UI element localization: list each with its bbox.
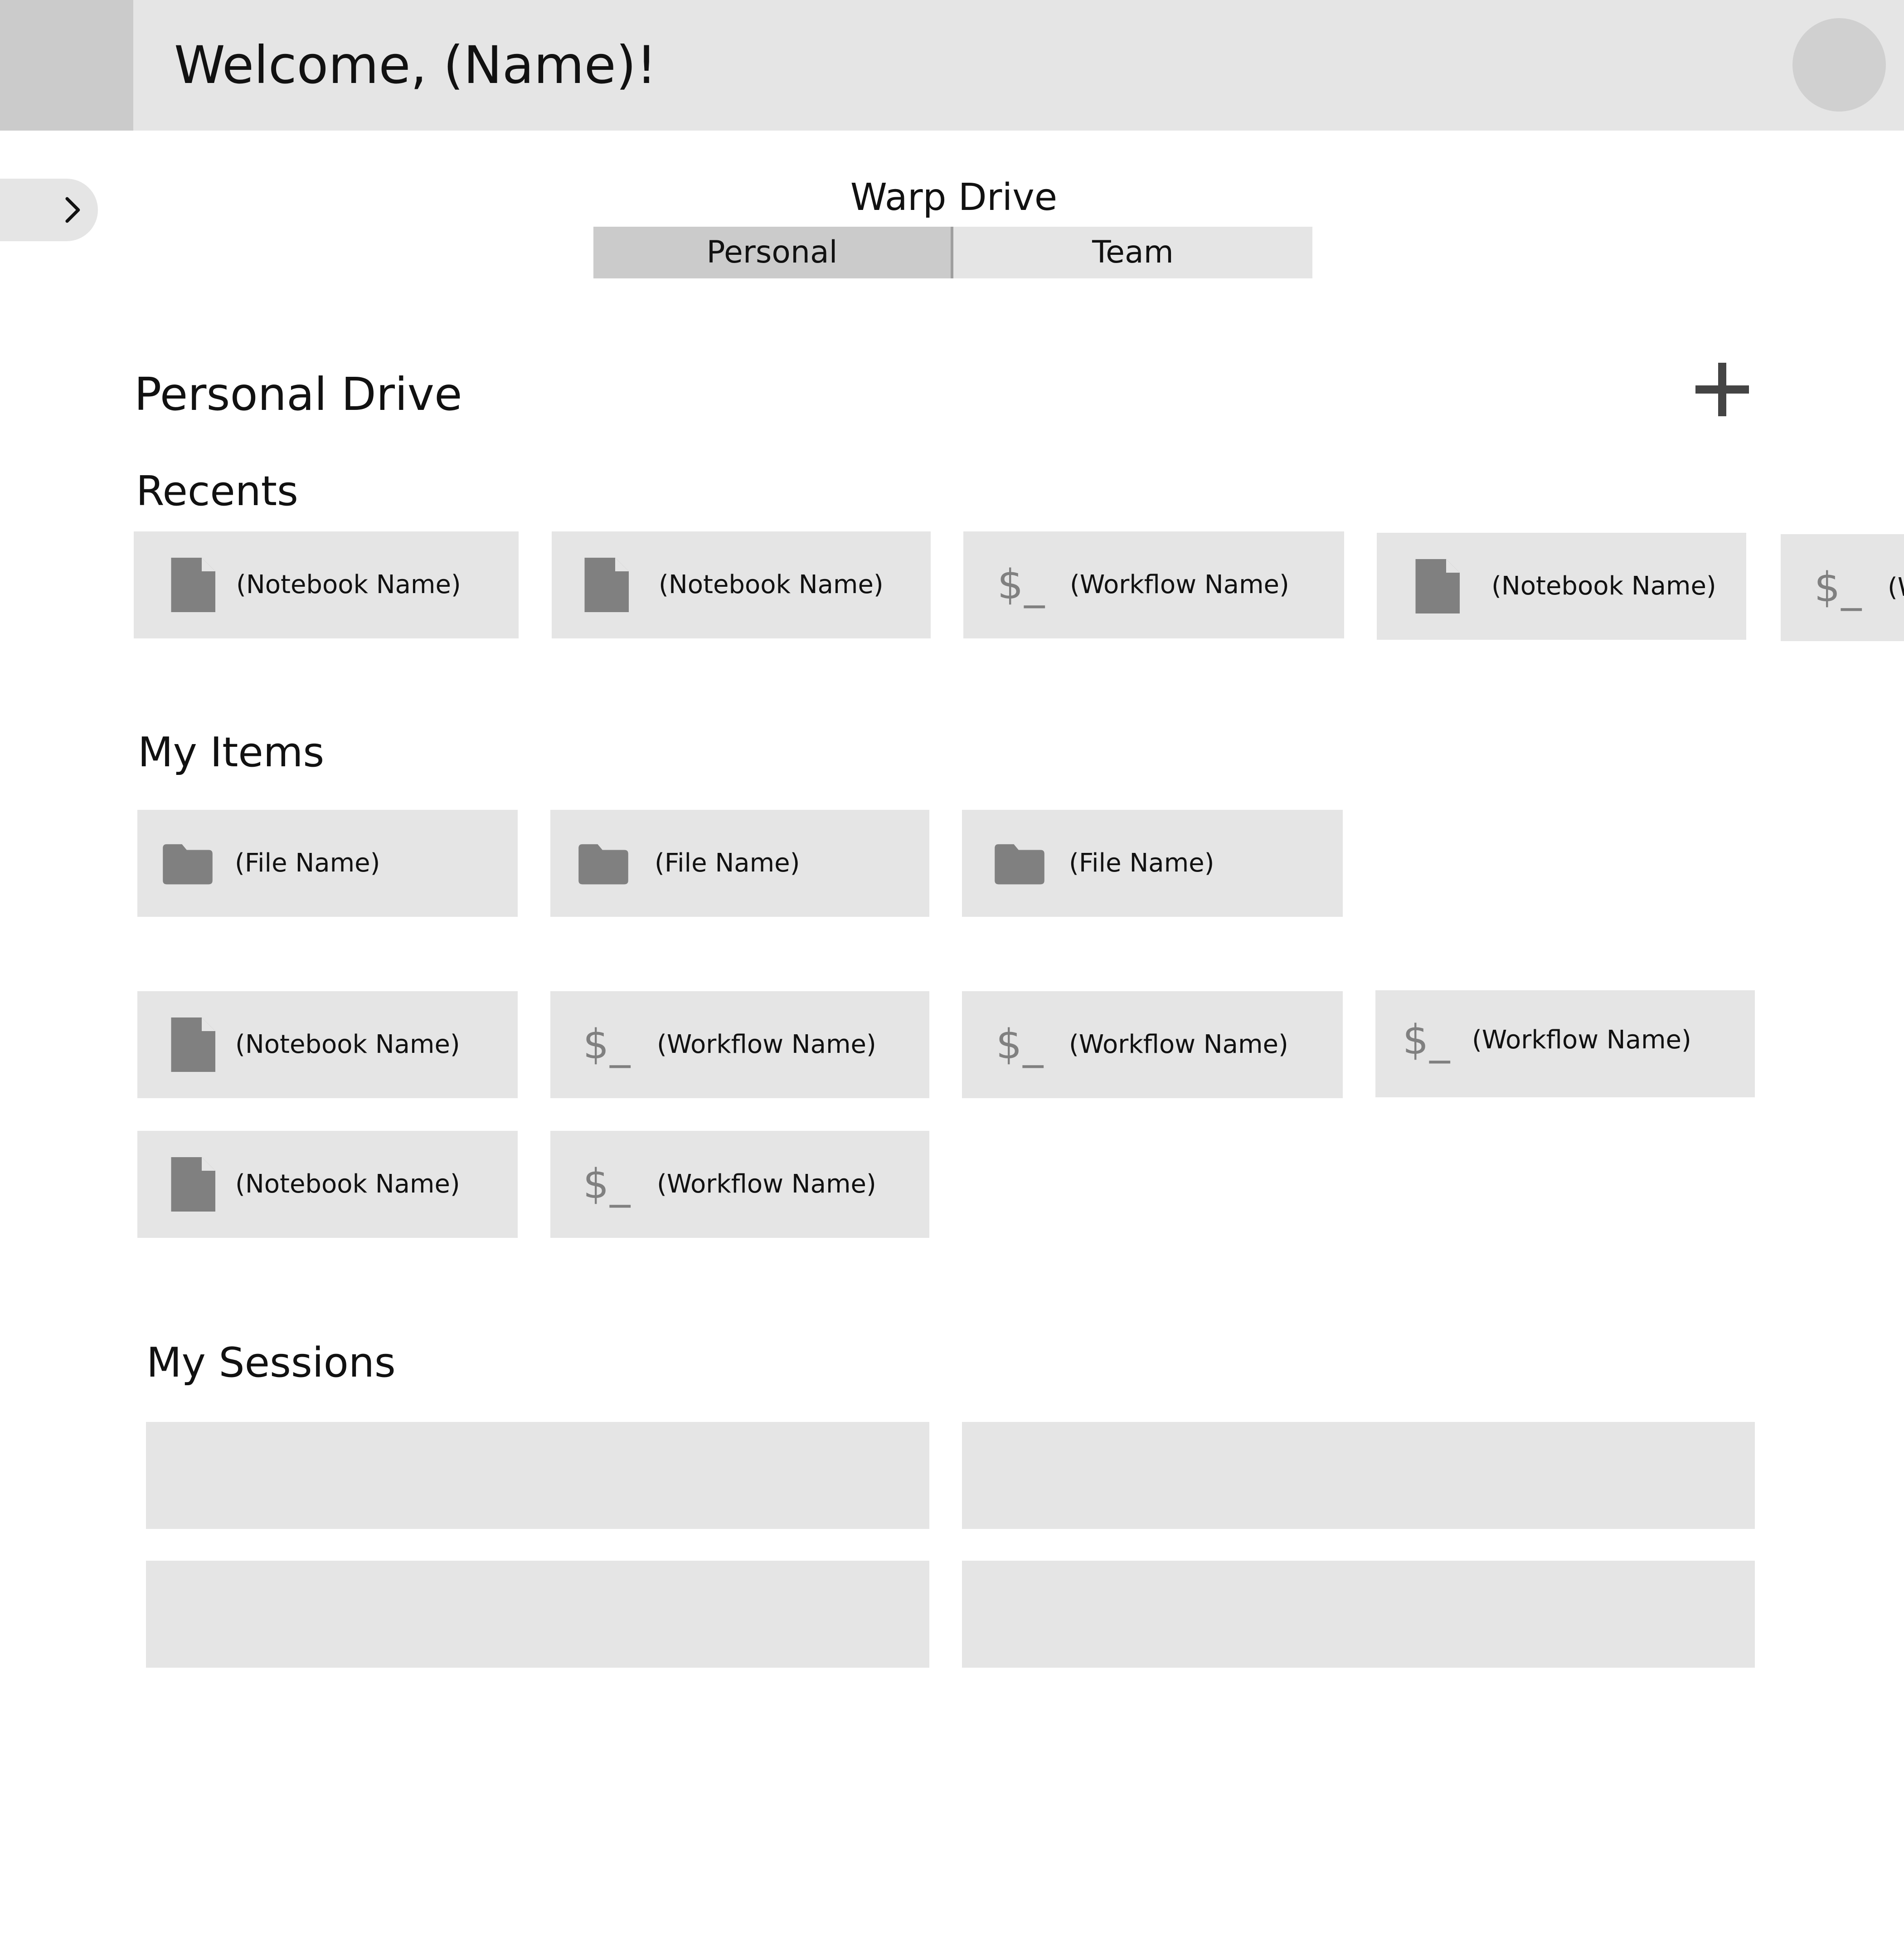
folder-icon [161, 833, 214, 893]
card-label: (File Name) [235, 848, 380, 878]
file-card[interactable]: (File Name) [137, 810, 518, 917]
recent-notebook-card[interactable]: (Notebook Name) [552, 531, 931, 638]
chevron-right-icon [65, 197, 80, 223]
my-items-title: My Items [138, 729, 325, 776]
card-label: (Notebook Name) [235, 1169, 460, 1199]
card-label: (File Name) [655, 848, 800, 878]
file-card[interactable]: (File Name) [962, 810, 1343, 917]
document-icon [1410, 556, 1464, 616]
terminal-dollar-icon: $_ [996, 1021, 1044, 1068]
recent-workflow-card[interactable]: $_ (Workflow Name) [963, 531, 1344, 638]
welcome-title: Welcome, (Name)! [174, 35, 657, 95]
document-icon [165, 1154, 220, 1214]
terminal-dollar-icon: $_ [1814, 564, 1863, 611]
card-label: (W [1888, 573, 1904, 602]
session-card[interactable] [962, 1561, 1755, 1668]
recents-title: Recents [136, 467, 298, 515]
recent-notebook-card[interactable]: (Notebook Name) [1377, 533, 1746, 640]
notebook-card[interactable]: (Notebook Name) [137, 991, 518, 1098]
card-label: (Notebook Name) [236, 570, 461, 599]
card-label: (Notebook Name) [1491, 571, 1716, 601]
my-sessions-title: My Sessions [146, 1339, 396, 1387]
session-card[interactable] [146, 1561, 929, 1668]
card-label: (Workflow Name) [1472, 1025, 1691, 1055]
recent-workflow-card[interactable]: $_ (W [1781, 534, 1904, 641]
document-icon [165, 1015, 220, 1075]
personal-drive-title: Personal Drive [134, 368, 462, 421]
card-label: (Workflow Name) [657, 1030, 876, 1059]
card-label: (Notebook Name) [235, 1030, 460, 1059]
folder-icon [993, 833, 1046, 893]
session-card[interactable] [962, 1422, 1755, 1529]
tab-team[interactable]: Team [953, 227, 1312, 278]
card-label: (File Name) [1069, 848, 1214, 878]
terminal-dollar-icon: $_ [997, 561, 1046, 608]
recent-notebook-card[interactable]: (Notebook Name) [134, 531, 519, 638]
tab-personal[interactable]: Personal [593, 227, 953, 278]
card-label: (Workflow Name) [1070, 570, 1289, 599]
workflow-card[interactable]: $_ (Workflow Name) [1375, 990, 1755, 1097]
workflow-card[interactable]: $_ (Workflow Name) [550, 1131, 929, 1238]
document-icon [165, 555, 220, 615]
session-card[interactable] [146, 1422, 929, 1529]
terminal-dollar-icon: $_ [583, 1160, 631, 1208]
app-logo-placeholder[interactable] [0, 0, 133, 131]
card-label: (Workflow Name) [657, 1169, 876, 1199]
workflow-card[interactable]: $_ (Workflow Name) [550, 991, 929, 1098]
file-card[interactable]: (File Name) [550, 810, 929, 917]
card-label: (Notebook Name) [659, 570, 884, 599]
terminal-dollar-icon: $_ [583, 1021, 631, 1068]
document-icon [579, 555, 633, 615]
plus-icon [1695, 363, 1749, 416]
workflow-card[interactable]: $_ (Workflow Name) [962, 991, 1343, 1098]
terminal-dollar-icon: $_ [1403, 1016, 1451, 1064]
user-avatar[interactable] [1792, 18, 1886, 112]
warp-drive-title: Warp Drive [850, 176, 1058, 219]
sidebar-toggle-button[interactable] [0, 179, 98, 241]
notebook-card[interactable]: (Notebook Name) [137, 1131, 518, 1238]
add-button[interactable] [1693, 360, 1752, 419]
folder-icon [577, 833, 630, 893]
card-label: (Workflow Name) [1069, 1030, 1288, 1059]
